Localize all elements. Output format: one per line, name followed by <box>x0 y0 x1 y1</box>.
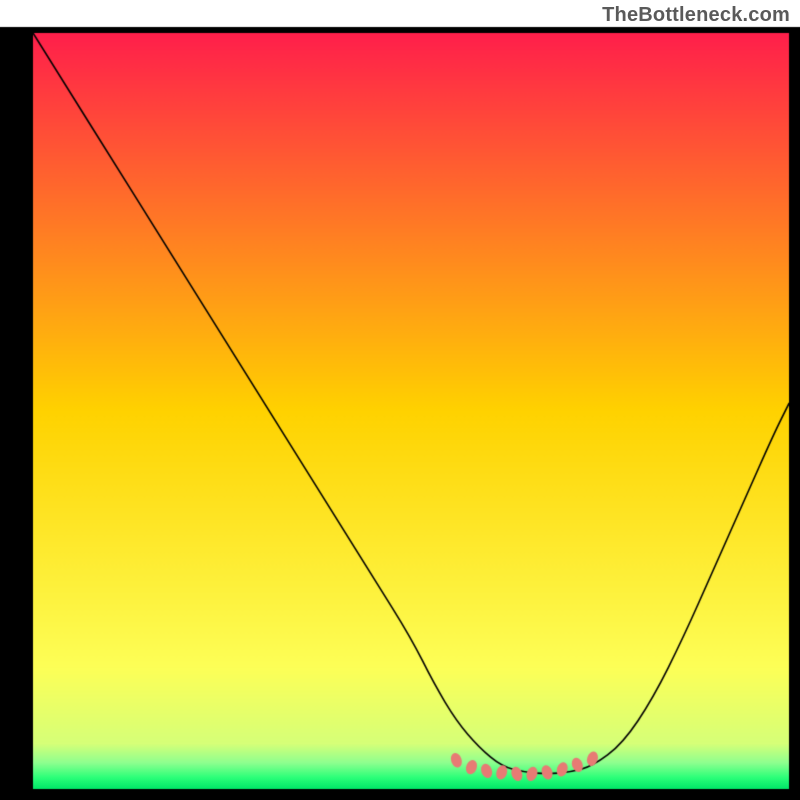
bottleneck-chart <box>0 0 800 800</box>
watermark-text: TheBottleneck.com <box>602 4 790 27</box>
